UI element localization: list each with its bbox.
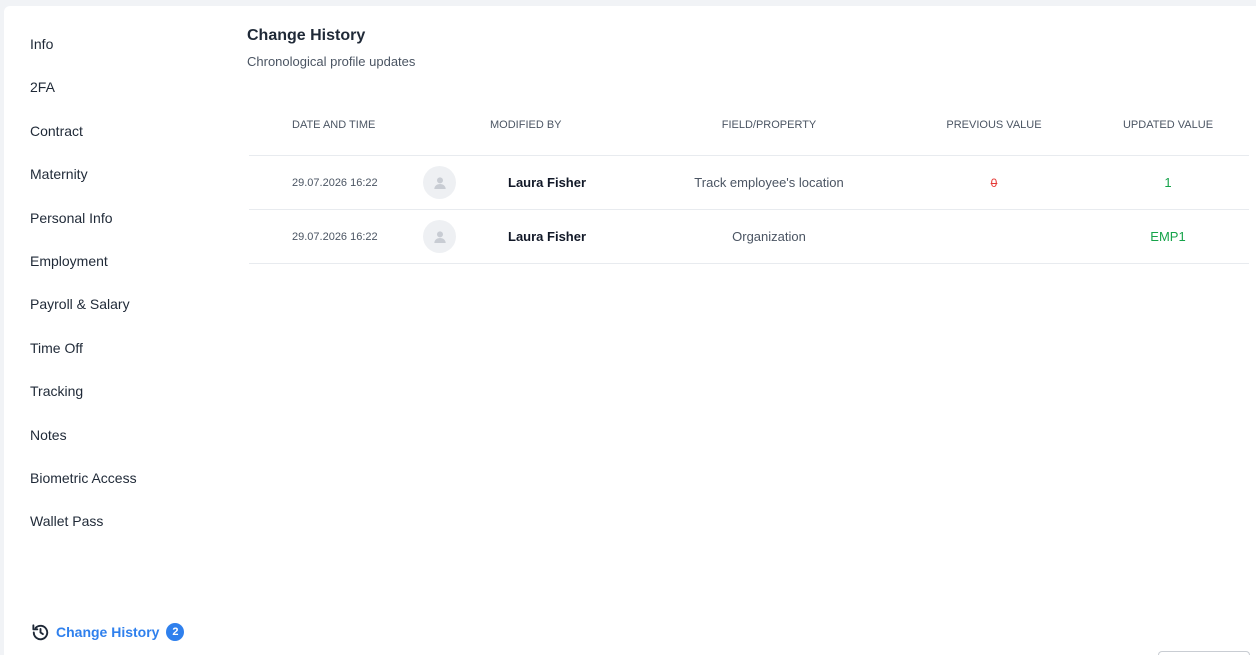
- sidebar-item-info[interactable]: Info: [30, 34, 137, 77]
- row-modified-by: Laura Fisher: [508, 229, 587, 244]
- page-title: Change History: [247, 27, 366, 44]
- column-header-modified-by[interactable]: MODIFIED BY: [490, 100, 562, 155]
- row-field: Organization: [732, 229, 806, 244]
- history-icon: [30, 622, 50, 642]
- main-content: Change History Chronological profile upd…: [247, 6, 1256, 655]
- sidebar-item-wallet-pass[interactable]: Wallet Pass: [30, 511, 137, 554]
- change-history-table: DATE AND TIME MODIFIED BY FIELD/PROPERTY…: [249, 100, 1249, 264]
- row-updated-value: 1: [1164, 175, 1172, 190]
- avatar: [423, 220, 456, 253]
- column-header-updated-value[interactable]: UPDATED VALUE: [1113, 100, 1223, 155]
- user-icon: [433, 176, 446, 189]
- change-count-badge: 2: [166, 623, 185, 641]
- page-subtitle: Chronological profile updates: [247, 54, 416, 69]
- sidebar-item-personal-info[interactable]: Personal Info: [30, 208, 137, 251]
- change-history-label: Change History: [56, 624, 160, 640]
- row-field: Track employee's location: [694, 175, 844, 190]
- footer-button[interactable]: [1158, 651, 1250, 655]
- column-header-date[interactable]: DATE AND TIME: [292, 100, 375, 155]
- sidebar-nav: Info 2FA Contract Maternity Personal Inf…: [30, 34, 137, 555]
- row-date: 29.07.2026 16:22: [292, 176, 378, 189]
- sidebar-item-2fa[interactable]: 2FA: [30, 77, 137, 120]
- sidebar-item-notes[interactable]: Notes: [30, 425, 137, 468]
- sidebar-item-contract[interactable]: Contract: [30, 121, 137, 164]
- row-date: 29.07.2026 16:22: [292, 230, 378, 243]
- sidebar-item-time-off[interactable]: Time Off: [30, 338, 137, 381]
- row-previous-value: 0: [990, 175, 998, 190]
- avatar: [423, 166, 456, 199]
- sidebar-item-change-history[interactable]: Change History 2: [30, 622, 185, 642]
- sidebar-item-tracking[interactable]: Tracking: [30, 381, 137, 424]
- column-header-previous-value[interactable]: PREVIOUS VALUE: [939, 100, 1049, 155]
- table-header: DATE AND TIME MODIFIED BY FIELD/PROPERTY…: [249, 100, 1249, 156]
- table-row[interactable]: 29.07.2026 16:22 Laura Fisher Track empl…: [249, 156, 1249, 210]
- sidebar-item-biometric-access[interactable]: Biometric Access: [30, 468, 137, 511]
- app-window: Info 2FA Contract Maternity Personal Inf…: [4, 6, 1256, 655]
- sidebar-item-employment[interactable]: Employment: [30, 251, 137, 294]
- table-row[interactable]: 29.07.2026 16:22 Laura Fisher Organizati…: [249, 210, 1249, 264]
- sidebar-item-payroll-salary[interactable]: Payroll & Salary: [30, 294, 137, 337]
- column-header-field[interactable]: FIELD/PROPERTY: [679, 100, 859, 155]
- row-modified-by: Laura Fisher: [508, 175, 587, 190]
- sidebar: Info 2FA Contract Maternity Personal Inf…: [4, 6, 224, 655]
- user-icon: [433, 230, 446, 243]
- sidebar-item-maternity[interactable]: Maternity: [30, 164, 137, 207]
- row-updated-value: EMP1: [1150, 229, 1186, 244]
